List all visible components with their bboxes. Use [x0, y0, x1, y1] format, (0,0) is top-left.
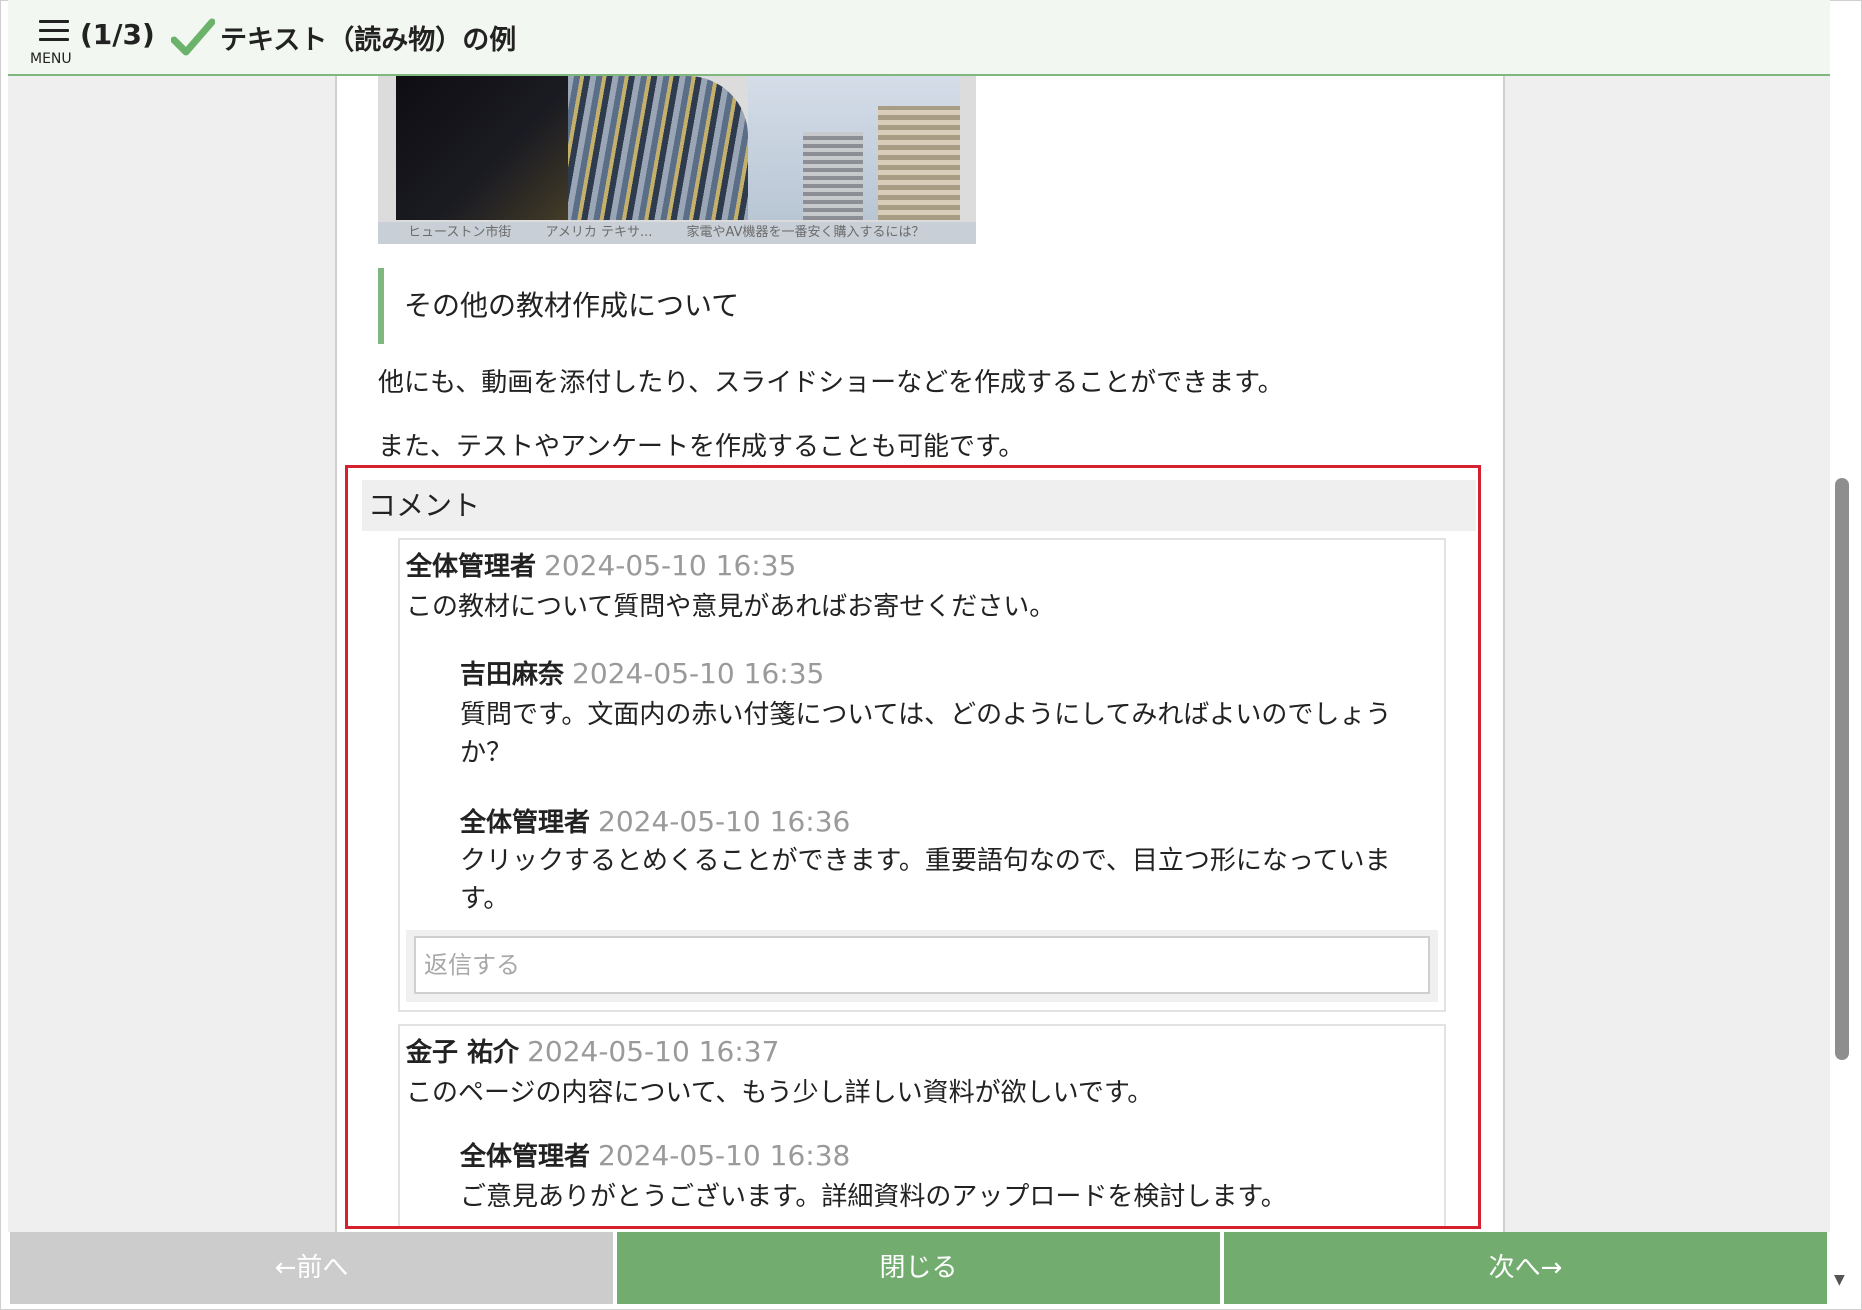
reply-text: ご意見ありがとうございます。詳細資料のアップロードを検討します。 [460, 1182, 1287, 1212]
hamburger-icon-bar [39, 38, 69, 41]
menu-button[interactable]: MENU [22, 16, 78, 70]
page-counter: (1/3) [80, 18, 155, 51]
comment-text: この教材について質問や意見があればお寄せください。 [406, 592, 1056, 622]
right-gutter [1505, 76, 1830, 1232]
comment-thread: 全体管理者 2024-05-10 16:35 この教材について質問や意見があればお… [398, 538, 1446, 1012]
comment-thread: 金子 祐介 2024-05-10 16:37 このページの内容について、もう少し詳… [398, 1024, 1446, 1226]
reply-text-line: か？ [460, 738, 513, 768]
hamburger-icon [39, 20, 69, 23]
image-tower [878, 106, 960, 220]
scroll-down-icon[interactable]: ▼ [1834, 1272, 1845, 1288]
reply-text: クリックするとめくることができます。重要語句なので、目立つ形になっていま す。 [460, 842, 1440, 918]
comment-meta: 全体管理者 2024-05-10 16:35 [406, 546, 796, 583]
hamburger-icon-bar [39, 29, 69, 32]
reply-timestamp: 2024-05-10 16:35 [572, 657, 825, 690]
reply-meta: 全体管理者 2024-05-10 16:38 [460, 1136, 850, 1173]
section-heading: その他の教材作成について [378, 268, 739, 344]
reply-timestamp: 2024-05-10 16:36 [598, 805, 851, 838]
image-tower [803, 132, 863, 220]
reply-timestamp: 2024-05-10 16:38 [598, 1139, 851, 1172]
page-title: テキスト（読み物）の例 [220, 25, 517, 56]
image-caption: アメリカ テキサ... [545, 225, 653, 240]
reply-meta: 全体管理者 2024-05-10 16:36 [460, 802, 850, 839]
reply-text-line: 質問です。文面内の赤い付箋については、どのようにしてみればよいのでしょう [460, 700, 1392, 730]
image-caption-bar: ヒューストン市街 アメリカ テキサ... 家電やAV機器を一番安く購入するには？ [378, 222, 976, 244]
reply-text-line: す。 [460, 884, 510, 914]
comment-meta: 金子 祐介 2024-05-10 16:37 [406, 1032, 779, 1069]
reply-text: 質問です。文面内の赤い付箋については、どのようにしてみればよいのでしょう か？ [460, 696, 1440, 772]
page-header: MENU (1/3) テキスト（読み物）の例 [8, 0, 1830, 76]
comment-timestamp: 2024-05-10 16:37 [527, 1035, 780, 1068]
left-gutter [8, 76, 335, 1232]
reply-box [406, 930, 1438, 1002]
paragraph: 他にも、動画を添付したり、スライドショーなどを作成することができます。 [378, 368, 1284, 398]
reply-meta: 吉田麻奈 2024-05-10 16:35 [460, 654, 824, 691]
menu-label: MENU [30, 51, 72, 67]
comment-author: 全体管理者 [406, 552, 537, 582]
image-caption: 家電やAV機器を一番安く購入するには？ [686, 225, 925, 240]
scrollbar-thumb[interactable] [1835, 478, 1849, 1060]
image-building-curve [568, 76, 748, 220]
check-icon [171, 18, 215, 56]
comments-header: コメント [362, 480, 1476, 531]
comment-author: 金子 祐介 [406, 1038, 520, 1068]
reply-text-line: クリックするとめくることができます。重要語句なので、目立つ形になっていま [460, 846, 1391, 876]
close-button[interactable]: 閉じる [617, 1232, 1220, 1304]
content-image: ヒューストン市街 アメリカ テキサ... 家電やAV機器を一番安く購入するには？ [378, 76, 976, 244]
comment-timestamp: 2024-05-10 16:35 [544, 549, 797, 582]
paragraph: また、テストやアンケートを作成することも可能です。 [378, 432, 1025, 462]
reply-author: 全体管理者 [460, 1142, 591, 1172]
reply-author: 全体管理者 [460, 808, 591, 838]
image-caption: ヒューストン市街 [408, 225, 512, 240]
prev-button[interactable]: ←前へ [10, 1232, 613, 1304]
reply-author: 吉田麻奈 [460, 660, 565, 690]
next-button[interactable]: 次へ→ [1224, 1232, 1827, 1304]
comment-text: このページの内容について、もう少し詳しい資料が欲しいです。 [406, 1078, 1154, 1108]
comments-section: コメント 全体管理者 2024-05-10 16:35 この教材について質問や意見… [345, 465, 1481, 1229]
reply-input[interactable] [414, 936, 1430, 994]
